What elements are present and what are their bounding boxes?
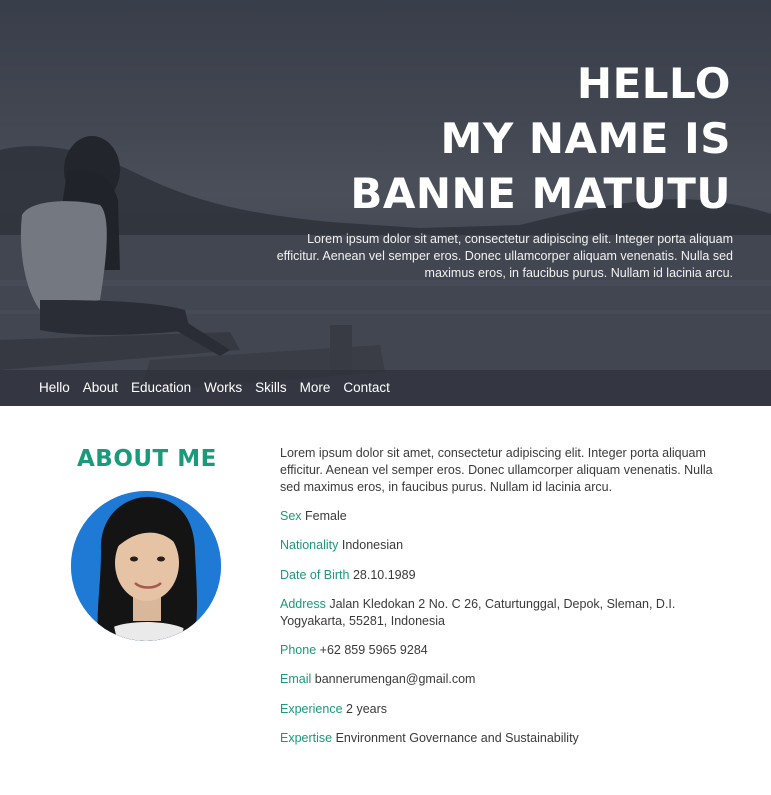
info-label: Experience bbox=[280, 701, 343, 716]
info-label: Address bbox=[280, 596, 326, 611]
info-value: Environment Governance and Sustainabilit… bbox=[335, 731, 579, 746]
profile-photo bbox=[71, 491, 221, 641]
info-value: 28.10.1989 bbox=[352, 567, 416, 582]
about-intro: Lorem ipsum dolor sit amet, consectetur … bbox=[280, 446, 713, 494]
info-value: 2 years bbox=[346, 701, 388, 716]
info-label: Phone bbox=[280, 643, 317, 658]
about-content: Lorem ipsum dolor sit amet, consectetur … bbox=[280, 445, 730, 759]
info-value: +62 859 5965 9284 bbox=[319, 643, 428, 658]
info-row-date-of-birth: Date of Birth 28.10.1989 bbox=[280, 567, 730, 584]
info-label: Sex bbox=[280, 509, 302, 523]
nav-item-education[interactable]: Education bbox=[131, 380, 191, 395]
about-heading: ABOUT ME bbox=[77, 446, 217, 472]
nav-item-skills[interactable]: Skills bbox=[255, 380, 287, 395]
hero-title-line-3: BANNE MATUTU bbox=[350, 169, 731, 218]
info-label: Expertise bbox=[280, 731, 333, 746]
hero-section: HELLO MY NAME IS BANNE MATUTU Lorem ipsu… bbox=[0, 0, 771, 406]
info-value: Indonesian bbox=[341, 538, 404, 553]
info-value: Jalan Kledokan 2 No. C 26, Caturtunggal,… bbox=[280, 596, 676, 628]
info-value: bannerumengan@gmail.com bbox=[314, 672, 476, 687]
info-row-address: Address Jalan Kledokan 2 No. C 26, Catur… bbox=[280, 596, 730, 630]
nav-item-works[interactable]: Works bbox=[204, 380, 242, 395]
info-value: Female bbox=[305, 509, 347, 523]
nav-item-about[interactable]: About bbox=[83, 380, 118, 395]
info-row-email: Email bannerumengan@gmail.com bbox=[280, 671, 730, 688]
hero-title-line-1: HELLO bbox=[576, 59, 731, 108]
main-navigation: Hello About Education Works Skills More … bbox=[39, 380, 390, 395]
nav-item-more[interactable]: More bbox=[300, 380, 331, 395]
hero-description: Lorem ipsum dolor sit amet, consectetur … bbox=[276, 232, 733, 280]
nav-item-hello[interactable]: Hello bbox=[39, 380, 70, 395]
hero-title-line-2: MY NAME IS bbox=[440, 114, 731, 163]
info-label: Date of Birth bbox=[280, 567, 350, 582]
info-label: Nationality bbox=[280, 538, 339, 553]
nav-item-contact[interactable]: Contact bbox=[343, 380, 390, 395]
info-label: Email bbox=[280, 672, 312, 687]
info-row-experience: Experience 2 years bbox=[280, 701, 730, 718]
info-row-expertise: Expertise Environment Governance and Sus… bbox=[280, 730, 730, 747]
hero-title: HELLO MY NAME IS BANNE MATUTU bbox=[350, 56, 731, 221]
info-row-nationality: Nationality Indonesian bbox=[280, 537, 730, 554]
info-row-sex: Sex Female bbox=[280, 508, 730, 525]
info-row-phone: Phone +62 859 5965 9284 bbox=[280, 642, 730, 659]
profile-avatar bbox=[71, 491, 221, 641]
